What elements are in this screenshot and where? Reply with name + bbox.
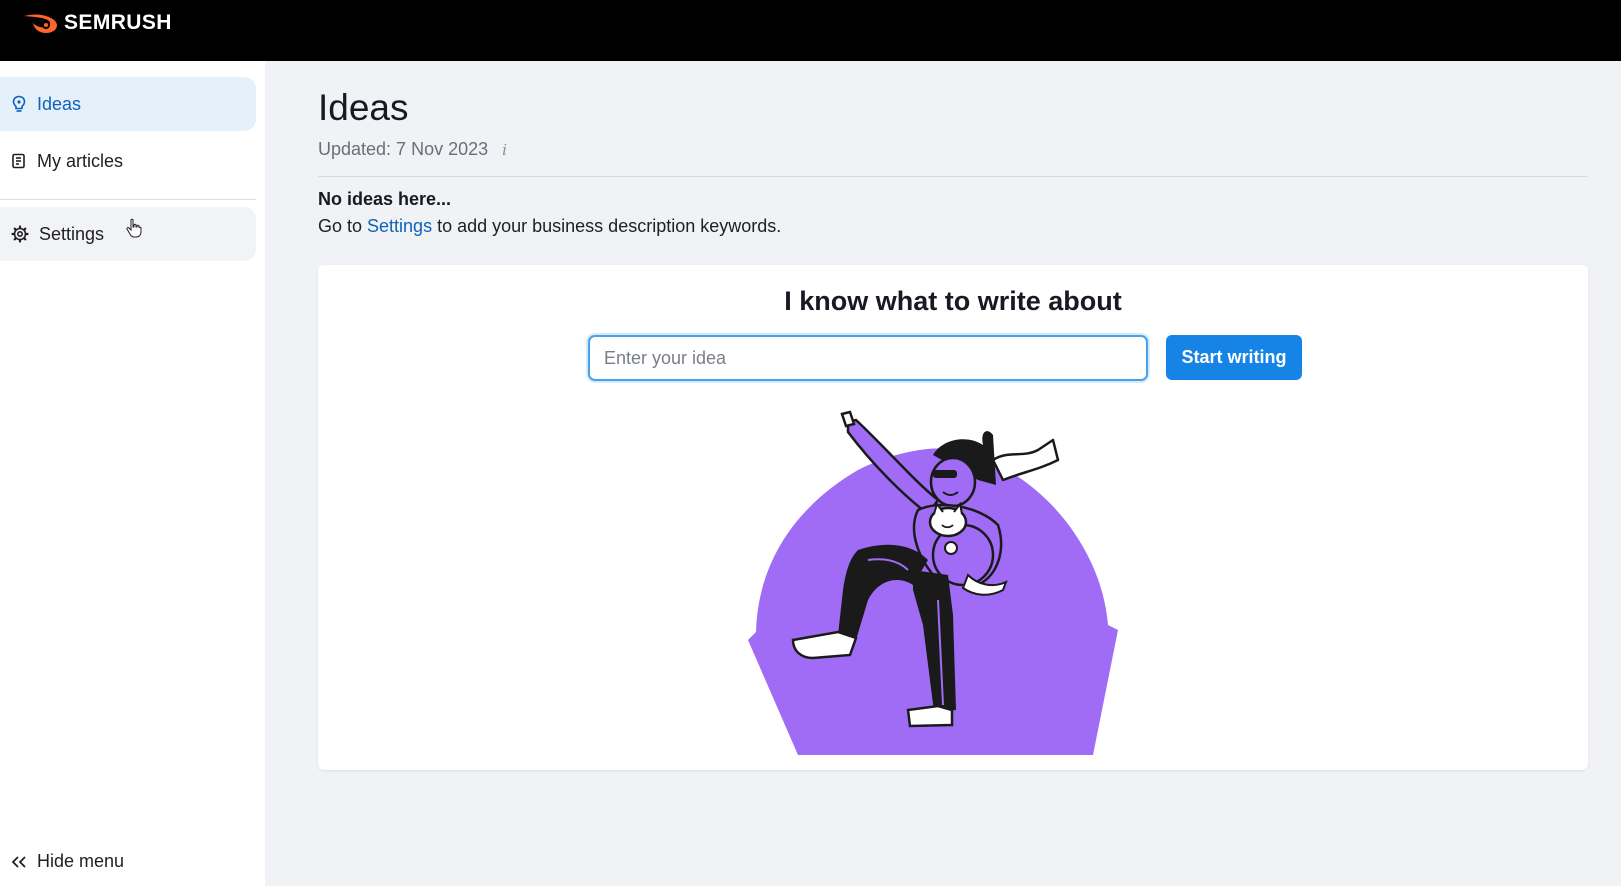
lightbulb-icon [12,95,26,112]
empty-state-suffix: to add your business description keyword… [432,216,782,236]
main-content: Ideas Updated: 7 Nov 2023 i No ideas her… [265,61,1621,886]
empty-state-title: No ideas here... [318,189,452,209]
dancing-person-illustration [748,410,1118,755]
sidebar-item-my-articles[interactable]: My articles [0,134,256,188]
sidebar-item-label: Ideas [37,93,82,114]
writer-card-title: I know what to write about [784,286,1122,316]
top-bar: SEMRUSH [0,0,1621,61]
hide-menu-label: Hide menu [37,851,125,871]
sidebar-item-label: Settings [39,223,105,244]
brand-name: SEMRUSH [64,11,172,34]
semrush-logo[interactable]: SEMRUSH [22,11,172,35]
hide-menu-button[interactable]: Hide menu [11,851,124,872]
start-writing-button[interactable]: Start writing [1166,335,1302,380]
idea-input[interactable] [588,335,1148,381]
sidebar-item-label: My articles [37,150,124,171]
empty-state-description: Go to Settings to add your business desc… [318,216,781,237]
gear-icon [11,225,29,243]
hand-cursor-icon [126,218,142,238]
header-divider [318,176,1588,177]
double-chevron-left-icon [11,855,26,868]
writer-card: I know what to write about Start writing [318,265,1588,770]
page-title: Ideas [318,87,409,128]
empty-state-prefix: Go to [318,216,368,236]
sidebar: Ideas My articles Settings Hide menu [0,61,265,886]
document-icon [12,153,25,169]
settings-link[interactable]: Settings [367,216,432,236]
updated-date: Updated: 7 Nov 2023 [318,139,489,159]
semrush-flame-icon [24,14,57,33]
info-icon[interactable]: i [502,141,507,159]
sidebar-divider [0,199,256,200]
sidebar-item-ideas[interactable]: Ideas [0,77,256,131]
updated-row: Updated: 7 Nov 2023 i [318,139,507,160]
